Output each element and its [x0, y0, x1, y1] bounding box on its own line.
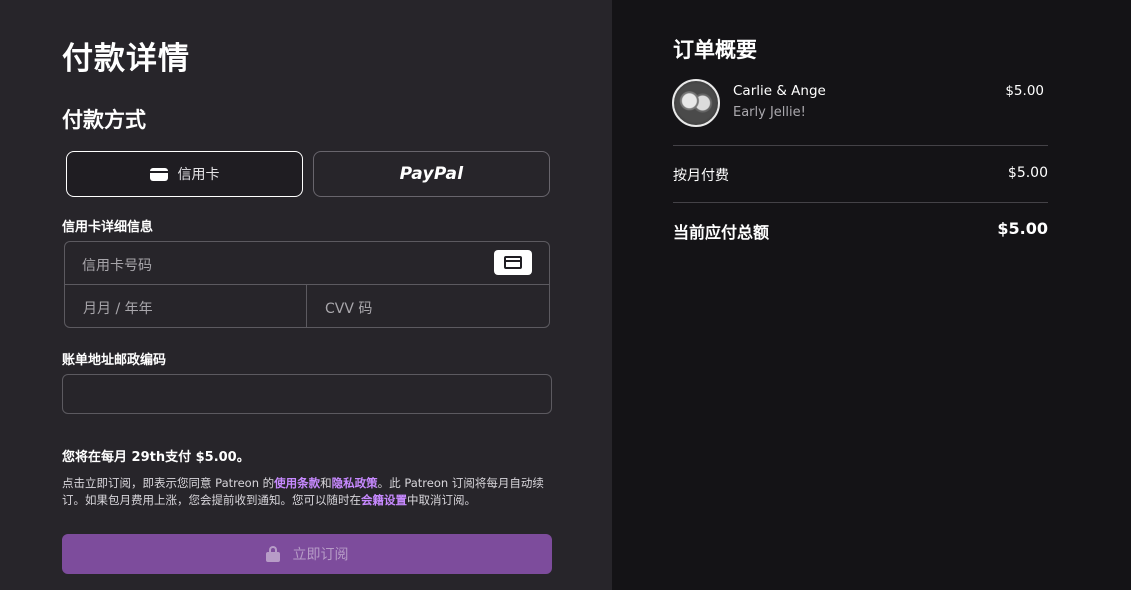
privacy-policy-link[interactable]: 隐私政策 — [332, 476, 378, 490]
paypal-logo: PayPal — [399, 164, 464, 184]
total-due-label: 当前应付总额 — [673, 223, 770, 242]
cvv-input[interactable]: CVV 码 — [307, 285, 549, 327]
creator-name: Carlie & Ange — [733, 83, 826, 99]
tier-name: Early Jellie! — [733, 105, 806, 120]
payment-method-title: 付款方式 — [62, 108, 146, 132]
creator-avatar — [672, 79, 720, 127]
card-number-placeholder: 信用卡号码 — [82, 258, 152, 274]
card-details-label: 信用卡详细信息 — [62, 220, 154, 235]
lock-icon — [265, 546, 280, 562]
expiry-input[interactable]: 月月 / 年年 — [65, 285, 307, 327]
terms-text: 点击立即订阅，即表示您同意 Patreon 的使用条款和隐私政策。此 Patre… — [62, 475, 562, 509]
terms-part-4: 中取消订阅。 — [407, 493, 476, 507]
page-title: 付款详情 — [62, 41, 190, 77]
monthly-billing-label: 按月付费 — [673, 168, 729, 184]
membership-settings-link[interactable]: 会籍设置 — [361, 493, 407, 507]
credit-card-method-button[interactable]: 信用卡 — [66, 151, 303, 197]
subscribe-now-label: 立即订阅 — [292, 547, 349, 563]
billing-zip-input[interactable] — [62, 374, 552, 414]
credit-card-method-label: 信用卡 — [177, 167, 220, 183]
paypal-method-button[interactable]: PayPal — [313, 151, 550, 197]
summary-divider — [673, 202, 1048, 203]
monthly-billing-value: $5.00 — [1007, 165, 1048, 181]
subscribe-now-button[interactable]: 立即订阅 — [62, 534, 552, 574]
summary-divider — [673, 145, 1048, 146]
expiry-placeholder: 月月 / 年年 — [83, 301, 153, 317]
card-brand-icon — [494, 250, 532, 275]
charge-note: 您将在每月 29th支付 $5.00。 — [62, 450, 250, 465]
credit-card-icon — [149, 167, 168, 181]
terms-part-2: 和 — [320, 476, 332, 490]
terms-part-1: 点击立即订阅，即表示您同意 Patreon 的 — [62, 476, 275, 490]
order-summary-title: 订单概要 — [673, 38, 757, 62]
terms-of-use-link[interactable]: 使用条款 — [274, 476, 320, 490]
billing-zip-label: 账单地址邮政编码 — [62, 353, 167, 368]
card-number-input[interactable]: 信用卡号码 — [65, 242, 549, 285]
total-due-value: $5.00 — [997, 219, 1048, 238]
cvv-placeholder: CVV 码 — [325, 301, 373, 317]
tier-price: $5.00 — [1005, 83, 1044, 99]
card-details-group: 信用卡号码 月月 / 年年 CVV 码 — [64, 241, 550, 328]
